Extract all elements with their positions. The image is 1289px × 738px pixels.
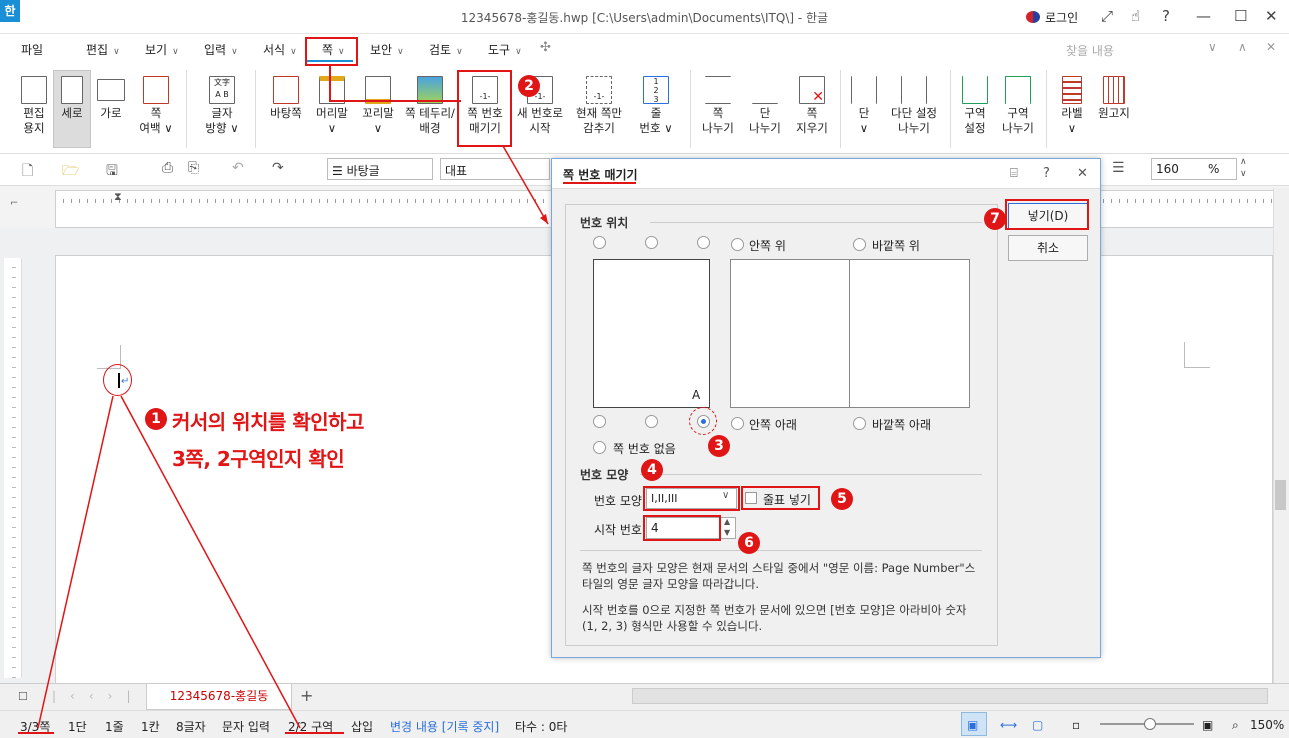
highlight-insert-button	[1005, 199, 1089, 230]
step-badge-2: 2	[518, 75, 540, 97]
highlight-page-menu	[305, 37, 358, 66]
highlight-shape-select	[643, 486, 740, 511]
arrow-head	[540, 214, 548, 224]
highlight-cursor-circle	[103, 364, 132, 396]
step-badge-4: 4	[641, 459, 663, 481]
highlight-start-number	[643, 515, 721, 541]
callout-line	[37, 395, 114, 729]
step-badge-5: 5	[831, 488, 853, 510]
step-badge-7: 7	[984, 208, 1006, 230]
highlight-radio-circle	[689, 407, 717, 435]
callout-arrow	[502, 145, 549, 225]
step-badge-1: 1	[145, 408, 167, 430]
annotation-text-2: 3쪽, 2구역인지 확인	[172, 447, 345, 471]
step-badge-6: 6	[738, 532, 760, 554]
highlight-page-number-button	[457, 70, 512, 147]
annotation-text-1: 커서의 위치를 확인하고	[172, 410, 364, 434]
callout-line	[329, 66, 461, 102]
step-badge-3: 3	[708, 435, 730, 457]
hwp-window: 한 12345678-홍길동.hwp [C:\Users\admin\Docum…	[0, 0, 1289, 738]
highlight-dash-checkbox	[741, 486, 820, 510]
annotation-lines	[18, 66, 636, 734]
